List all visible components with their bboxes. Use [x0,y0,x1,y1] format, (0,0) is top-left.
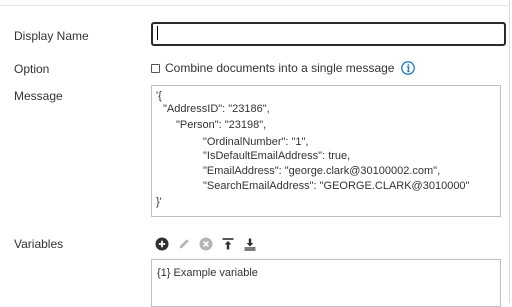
display-name-input[interactable] [151,22,506,46]
combine-documents-checkbox[interactable] [151,63,160,73]
message-line: "IsDefaultEmailAddress": true, [203,150,351,162]
list-item[interactable]: {1} Example variable [157,267,258,279]
message-line: "AddressID": "23186", [163,103,270,115]
message-line: }' [156,196,162,208]
combine-documents-option[interactable]: Combine documents into a single message [151,59,416,77]
text-caret [157,26,158,40]
move-to-top-icon[interactable] [220,236,236,252]
message-label: Message [14,89,63,103]
message-line: "SearchEmailAddress": "GEORGE.CLARK@3010… [203,180,470,192]
message-line: "Person": "23198", [176,119,267,131]
message-line: '{ [156,90,162,102]
option-label: Option [14,62,50,76]
pencil-icon[interactable] [176,236,192,252]
variables-label: Variables [14,237,64,251]
message-textarea[interactable]: '{ "AddressID": "23186", "Person": "2319… [151,85,501,217]
info-icon[interactable] [401,61,416,75]
move-to-bottom-icon[interactable] [242,236,258,252]
message-line: "EmailAddress": "george.clark@30100002.c… [203,165,441,177]
message-line: "OrdinalNumber": "1", [203,136,309,148]
right-divider [509,0,510,303]
top-divider [0,5,508,6]
remove-circle-icon[interactable] [198,236,214,252]
variables-list[interactable]: {1} Example variable [151,259,501,307]
variables-toolbar [154,236,264,252]
add-circle-icon[interactable] [154,236,170,252]
combine-documents-label: Combine documents into a single message [165,61,395,75]
display-name-label: Display Name [14,29,89,43]
